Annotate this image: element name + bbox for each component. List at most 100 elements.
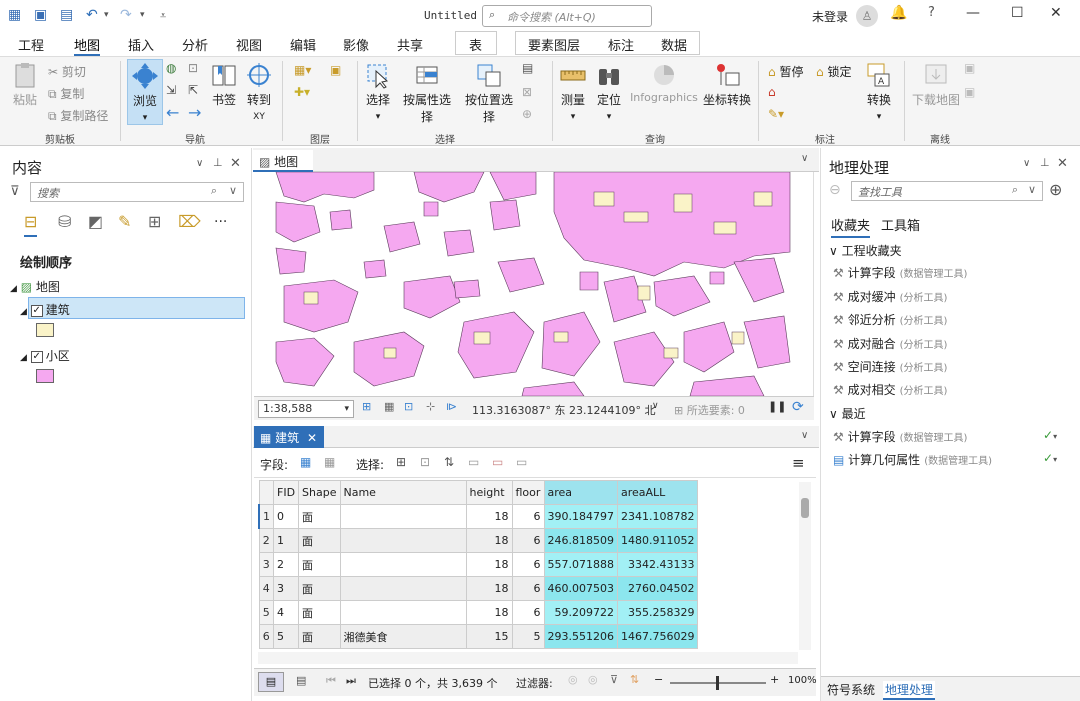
table-row[interactable]: 6 5 面湘德美食 15 5 293.551206 1467.756029 [258, 624, 699, 649]
filter-icon[interactable]: ◎ [588, 673, 598, 686]
minimize-button[interactable]: — [966, 5, 980, 21]
tab-feature-layer[interactable]: 要素图层 [528, 35, 580, 54]
cell-area-all[interactable]: 355.258329 [616, 600, 699, 625]
next-record-icon[interactable]: ⏭ [346, 674, 356, 688]
convert-labels-button[interactable]: A 转换 ▾ [864, 61, 894, 122]
cell-height[interactable]: 18 [465, 504, 513, 529]
add-data-icon[interactable]: ▦▾ [294, 63, 311, 77]
geoprocessing-close-icon[interactable]: ✕ [1057, 156, 1068, 171]
clear-selection-icon[interactable]: ▭ [468, 455, 479, 469]
scale-select[interactable]: 1:38,588 ▾ [258, 400, 354, 418]
paste-button[interactable]: 粘贴 [10, 61, 40, 108]
contents-search-input[interactable]: 搜索 ⌕ ∨ [30, 182, 244, 202]
list-by-selection-icon[interactable]: ◩ [88, 212, 103, 231]
customize-toolbar-icon[interactable]: ⩡ [160, 9, 166, 23]
fixed-zoom-in-icon[interactable]: ⇲ [166, 83, 176, 97]
cell-shape[interactable]: 面 [298, 624, 341, 649]
map-canvas[interactable] [254, 172, 814, 396]
rotation-icon[interactable]: ⧐ [446, 400, 457, 413]
select-button[interactable]: 选择 ▾ [362, 61, 394, 122]
snapping-icon[interactable]: ⊡ [404, 400, 413, 413]
cell-shape[interactable]: 面 [298, 528, 341, 553]
tab-share[interactable]: 共享 [397, 35, 423, 54]
zoom-to-selection-icon[interactable]: ⊕ [522, 107, 532, 121]
row-number[interactable]: 4 [258, 576, 274, 601]
cut-button[interactable]: ✂ 剪切 [48, 63, 86, 80]
show-all-records-icon[interactable]: ▤ [258, 672, 284, 692]
tab-project[interactable]: 工程 [18, 35, 44, 54]
tab-map-view[interactable]: ▨ 地图 ✕ [253, 150, 313, 184]
map-tree-item[interactable]: ◢ ▨ 地图 [10, 278, 60, 295]
fixed-zoom-icon[interactable]: ⊞ [362, 400, 371, 413]
tab-view[interactable]: 视图 [236, 35, 262, 54]
list-by-snapping-icon[interactable]: ⊞ [148, 212, 161, 231]
copy-button[interactable]: ⧉ 复制 [48, 85, 84, 102]
layer-visibility-checkbox[interactable]: ✓ [30, 304, 43, 317]
column-header[interactable]: Shape [298, 480, 341, 505]
cell-fid[interactable]: 2 [272, 552, 300, 577]
cell-area-all[interactable]: 3342.43133 [616, 552, 699, 577]
cell-name[interactable]: 湘德美食 [339, 624, 467, 649]
select-by-attribute-button[interactable]: 按属性选择 [398, 61, 456, 125]
more-options-icon[interactable]: ··· [214, 214, 227, 230]
cell-floor[interactable]: 6 [511, 504, 545, 529]
measure-button[interactable]: 测量 ▾ [556, 61, 590, 122]
vertical-scrollbar[interactable] [799, 482, 811, 650]
list-by-drawing-order-icon[interactable]: ⊟ [24, 212, 38, 237]
tab-analysis[interactable]: 分析 [182, 35, 208, 54]
row-number[interactable]: 5 [258, 600, 274, 625]
cell-area[interactable]: 246.818509 [543, 528, 618, 553]
success-check-icon[interactable]: ✓▾ [1043, 428, 1057, 442]
tab-table[interactable]: 表 [469, 35, 482, 54]
cell-fid[interactable]: 5 [272, 624, 300, 649]
tab-symbology[interactable]: 符号系统 [827, 681, 875, 698]
column-header[interactable]: height [465, 480, 513, 505]
cell-shape[interactable]: 面 [298, 600, 341, 625]
tab-insert[interactable]: 插入 [128, 35, 154, 54]
download-map-button[interactable]: 下载地图 [912, 61, 960, 108]
full-extent-icon[interactable]: ◍ [166, 61, 176, 75]
cell-name[interactable] [339, 576, 467, 601]
calculate-field-icon[interactable]: ▦ [324, 455, 335, 469]
recent-tool-calculate-field[interactable]: ⚒ 计算字段 (数据管理工具) [833, 428, 967, 445]
attributes-icon[interactable]: ▤ [522, 61, 533, 75]
table-row[interactable]: 5 4 面 18 6 59.209722 355.258329 [258, 600, 699, 625]
bookmarks-button[interactable]: 书签 [207, 61, 241, 108]
cell-area[interactable]: 460.007503 [543, 576, 618, 601]
copy-selection-icon[interactable]: ▭ [516, 455, 527, 469]
back-icon[interactable]: ← [166, 103, 179, 122]
table-tab-close-icon[interactable]: ✕ [307, 431, 317, 445]
basemap-icon[interactable]: ▣ [330, 63, 341, 77]
tool-pairwise-intersect[interactable]: ⚒ 成对相交 (分析工具) [833, 381, 947, 398]
maximize-button[interactable]: ☐ [1011, 5, 1024, 21]
layer-visibility-checkbox[interactable]: ✓ [30, 350, 43, 363]
tool-pairwise-buffer[interactable]: ⚒ 成对缓冲 (分析工具) [833, 288, 947, 305]
view-unplaced-icon[interactable]: ⌂ [768, 85, 776, 99]
cell-shape[interactable]: 面 [298, 504, 341, 529]
zoom-in-icon[interactable]: + [770, 673, 779, 686]
horizontal-scrollbar[interactable] [258, 652, 798, 664]
redo-icon[interactable]: ↷ [120, 7, 132, 23]
zoom-slider-thumb[interactable] [716, 676, 719, 690]
delete-selection-icon[interactable]: ▭ [492, 455, 503, 469]
zoom-slider[interactable] [670, 676, 766, 690]
cell-name[interactable] [339, 600, 467, 625]
cell-floor[interactable]: 6 [511, 552, 545, 577]
table-menu-icon[interactable]: ≡ [792, 454, 805, 472]
success-check-icon[interactable]: ✓▾ [1043, 451, 1057, 465]
select-by-location-button[interactable]: 按位置选择 [460, 61, 518, 125]
fixed-zoom-icon[interactable]: ⊡ [188, 61, 198, 75]
cell-height[interactable]: 18 [465, 528, 513, 553]
new-project-icon[interactable]: ▦ [8, 7, 21, 23]
select-by-attribute-icon[interactable]: ⊞ [396, 455, 406, 469]
fixed-zoom-out-icon[interactable]: ⇱ [188, 83, 198, 97]
cell-height[interactable]: 18 [465, 552, 513, 577]
cell-shape[interactable]: 面 [298, 552, 341, 577]
project-favorites-group[interactable]: ∨ 工程收藏夹 [829, 242, 902, 259]
cell-name[interactable] [339, 504, 467, 529]
cell-floor[interactable]: 5 [511, 624, 545, 649]
column-header[interactable]: floor [511, 480, 545, 505]
cell-area-all[interactable]: 2341.108782 [616, 504, 699, 529]
cell-name[interactable] [339, 528, 467, 553]
show-selected-records-icon[interactable]: ▤ [296, 674, 306, 687]
